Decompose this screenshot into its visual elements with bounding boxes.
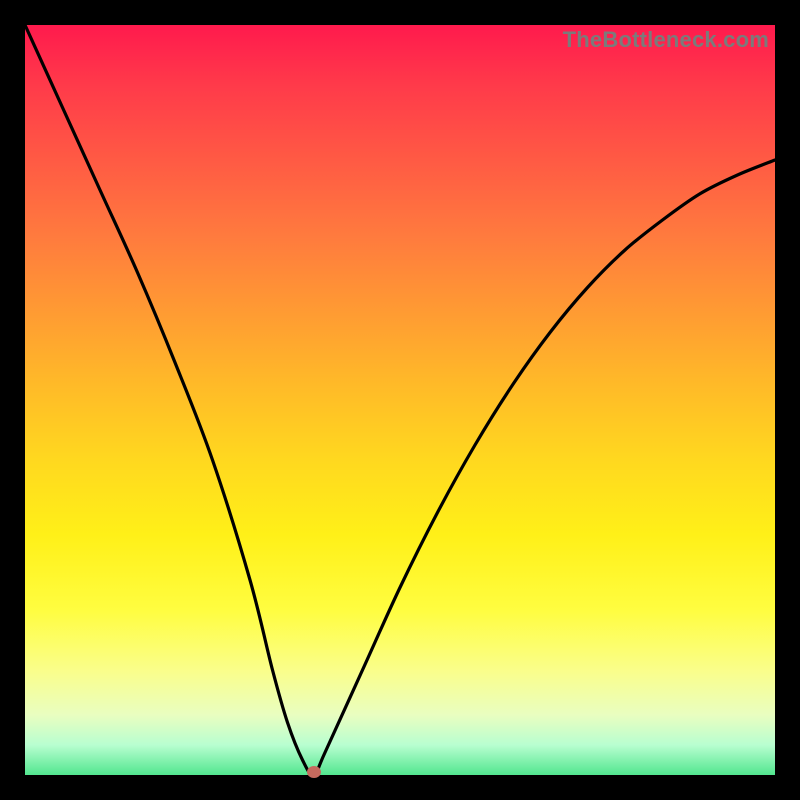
plot-area: TheBottleneck.com — [25, 25, 775, 775]
chart-frame: TheBottleneck.com — [0, 0, 800, 800]
bottleneck-curve — [25, 25, 775, 775]
minimum-marker — [307, 766, 321, 778]
